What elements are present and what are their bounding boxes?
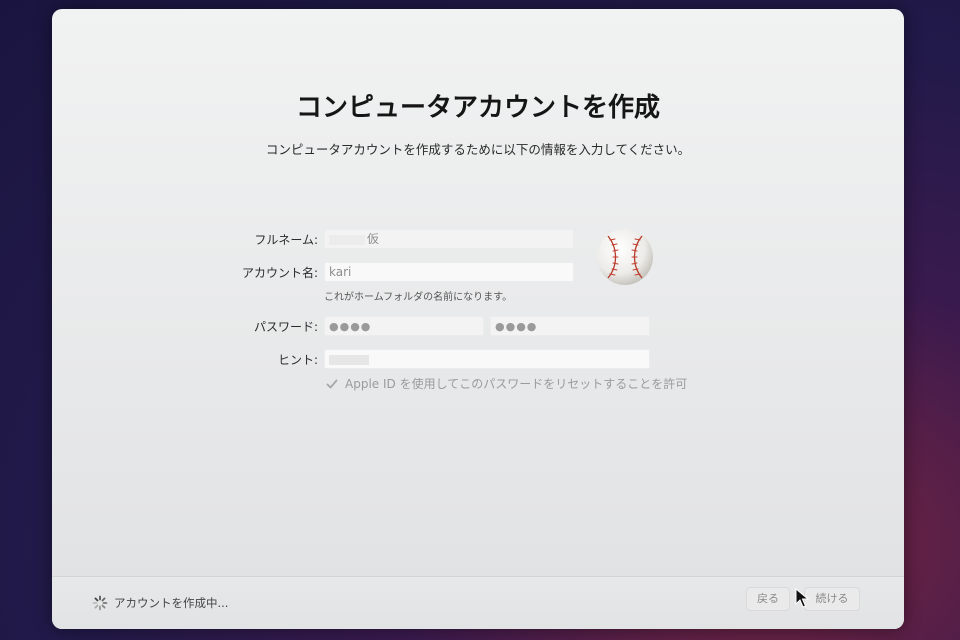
blurred-name-segment bbox=[329, 234, 365, 245]
back-button[interactable]: 戻る bbox=[746, 587, 790, 611]
password-verify-field[interactable]: ●●●● bbox=[490, 316, 650, 336]
setup-assistant-window: コンピュータアカウントを作成 コンピュータアカウントを作成するために以下の情報を… bbox=[52, 9, 904, 629]
spinner-icon bbox=[92, 595, 108, 611]
account-name-value: kari bbox=[329, 265, 352, 279]
status-text: アカウントを作成中... bbox=[114, 596, 229, 610]
apple-id-reset-label: Apple ID を使用してこのパスワードをリセットすることを許可 bbox=[345, 377, 688, 391]
password-label: パスワード: bbox=[253, 320, 318, 334]
password-verify-value: ●●●● bbox=[495, 320, 538, 333]
password-value: ●●●● bbox=[329, 320, 372, 333]
status-indicator: アカウントを作成中... bbox=[92, 595, 228, 611]
full-name-label: フルネーム: bbox=[254, 233, 318, 247]
continue-button[interactable]: 続ける bbox=[804, 587, 860, 611]
mouse-cursor-icon bbox=[795, 588, 809, 608]
blurred-hint bbox=[329, 354, 369, 365]
checkmark-icon[interactable] bbox=[325, 377, 339, 391]
page-title: コンピュータアカウントを作成 bbox=[295, 93, 660, 123]
account-name-label: アカウント名: bbox=[241, 266, 318, 280]
full-name-value: 仮 bbox=[367, 232, 380, 246]
password-field[interactable]: ●●●● bbox=[324, 316, 484, 336]
baseball-icon[interactable] bbox=[596, 228, 654, 286]
hint-label: ヒント: bbox=[277, 353, 318, 367]
account-name-field[interactable]: kari bbox=[324, 262, 574, 282]
account-name-note: これがホームフォルダの名前になります。 bbox=[324, 292, 513, 303]
page-subtitle: コンピュータアカウントを作成するために以下の情報を入力してください。 bbox=[265, 142, 691, 157]
apple-id-reset-checkbox-row[interactable]: Apple ID を使用してこのパスワードをリセットすることを許可 bbox=[325, 375, 687, 392]
hint-field[interactable] bbox=[324, 349, 650, 369]
footer-bar: アカウントを作成中... 戻る 続ける bbox=[52, 576, 904, 629]
full-name-field[interactable]: 仮 bbox=[324, 229, 574, 249]
